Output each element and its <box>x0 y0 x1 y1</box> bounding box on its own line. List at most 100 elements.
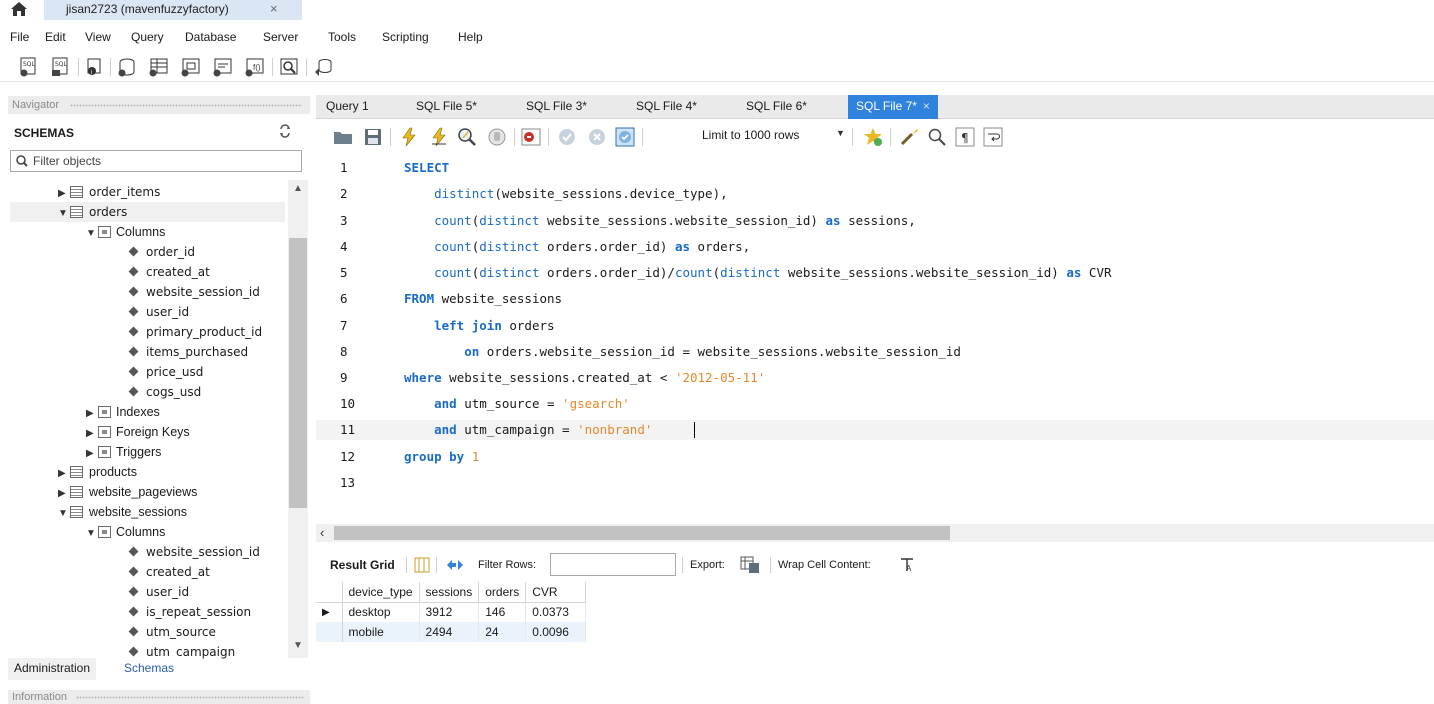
tree-item-orders[interactable]: ▼ orders <box>10 202 285 222</box>
result-grid-label[interactable]: Result Grid <box>330 558 395 572</box>
expand-arrow-icon[interactable]: ▶ <box>86 444 98 464</box>
expand-arrow-icon[interactable]: ▶ <box>58 484 70 504</box>
scroll-down-icon[interactable]: ▼ <box>293 640 303 651</box>
tree-item-triggers[interactable]: ▶ Triggers <box>86 442 161 462</box>
menu-file[interactable]: File <box>10 30 29 44</box>
menu-tools[interactable]: Tools <box>328 30 356 44</box>
wrap-cell-icon[interactable]: A <box>900 557 914 573</box>
form-editor-icon[interactable] <box>414 557 430 573</box>
tree-item-indexes[interactable]: ▶ Indexes <box>86 402 160 422</box>
execute-statement-icon[interactable] <box>428 126 450 148</box>
open-folder-icon[interactable] <box>332 126 354 148</box>
tree-scrollbar[interactable]: ▲ ▼ <box>288 180 308 658</box>
column-item[interactable]: order_id <box>128 242 195 262</box>
menu-query[interactable]: Query <box>131 30 164 44</box>
column-header[interactable]: CVR <box>525 582 587 603</box>
tree-item-sessions-columns[interactable]: ▼ Columns <box>86 522 165 542</box>
create-schema-icon[interactable] <box>116 56 138 78</box>
invisible-chars-icon[interactable]: ¶ <box>954 126 976 148</box>
add-snippet-icon[interactable] <box>862 126 884 148</box>
sql-editor[interactable]: 1 SELECT 2 distinct(website_sessions.devi… <box>316 156 1434 522</box>
scroll-thumb[interactable] <box>334 526 950 540</box>
column-item[interactable]: user_id <box>128 302 189 322</box>
menu-scripting[interactable]: Scripting <box>382 30 429 44</box>
home-icon[interactable] <box>10 1 28 17</box>
tab-sql-file-7[interactable]: SQL File 7* × <box>848 95 938 119</box>
table-cell[interactable]: desktop <box>342 602 420 622</box>
tab-sql-file-5[interactable]: SQL File 5* <box>416 95 477 119</box>
column-item[interactable]: website_session_id <box>128 542 260 562</box>
table-cell[interactable]: 24 <box>478 622 527 642</box>
beautify-icon[interactable] <box>898 126 920 148</box>
column-item[interactable]: created_at <box>128 262 210 282</box>
chevron-down-icon[interactable]: ▼ <box>836 128 845 138</box>
find-icon[interactable] <box>926 126 948 148</box>
table-row[interactable]: mobile 2494 24 0.0096 <box>316 622 587 642</box>
tree-item-orders-columns[interactable]: ▼ Columns <box>86 222 165 242</box>
reconnect-icon[interactable] <box>312 56 334 78</box>
column-item[interactable]: items_purchased <box>128 342 248 362</box>
column-item[interactable]: primary_product_id <box>128 322 262 342</box>
column-header[interactable]: device_type <box>342 582 420 603</box>
table-cell[interactable]: 3912 <box>419 602 480 622</box>
result-grid[interactable]: device_type sessions orders CVR ▶ deskto… <box>316 582 587 642</box>
table-cell[interactable]: 2494 <box>419 622 480 642</box>
export-icon[interactable] <box>740 556 760 574</box>
tree-item-website-sessions[interactable]: ▼ website_sessions <box>58 502 187 522</box>
stop-icon[interactable] <box>486 126 508 148</box>
tab-query-1[interactable]: Query 1 <box>326 95 369 119</box>
editor-horizontal-scrollbar[interactable]: ‹ <box>316 524 1434 542</box>
menu-help[interactable]: Help <box>458 30 483 44</box>
open-sql-script-icon[interactable]: SQL <box>50 56 72 78</box>
column-header[interactable]: sessions <box>419 582 480 603</box>
connection-tab[interactable]: jisan2723 (mavenfuzzyfactory) × <box>44 0 302 20</box>
menu-database[interactable]: Database <box>185 30 236 44</box>
toggle-error-icon[interactable] <box>520 126 542 148</box>
tab-sql-file-3[interactable]: SQL File 3* <box>526 95 587 119</box>
collapse-arrow-icon[interactable]: ▼ <box>58 504 70 524</box>
scroll-thumb[interactable] <box>289 238 307 508</box>
close-icon[interactable]: × <box>923 99 930 113</box>
table-cell[interactable]: mobile <box>342 622 420 642</box>
collapse-arrow-icon[interactable]: ▼ <box>86 224 98 244</box>
tab-administration[interactable]: Administration <box>8 658 97 680</box>
expand-arrow-icon[interactable]: ▶ <box>58 464 70 484</box>
menu-server[interactable]: Server <box>263 30 298 44</box>
create-procedure-icon[interactable] <box>212 56 234 78</box>
tab-sql-file-6[interactable]: SQL File 6* <box>746 95 807 119</box>
filter-rows-input[interactable] <box>550 553 676 576</box>
tree-item-foreign-keys[interactable]: ▶ Foreign Keys <box>86 422 190 442</box>
create-table-icon[interactable] <box>148 56 170 78</box>
menu-view[interactable]: View <box>85 30 111 44</box>
column-item[interactable]: website_session_id <box>128 282 260 302</box>
expand-arrow-icon[interactable]: ▶ <box>58 184 70 204</box>
inspector-icon[interactable]: i <box>84 56 106 78</box>
tree-item-products[interactable]: ▶ products <box>58 462 137 482</box>
column-item[interactable]: price_usd <box>128 362 203 382</box>
column-item[interactable]: created_at <box>128 562 210 582</box>
search-table-data-icon[interactable] <box>278 56 300 78</box>
scroll-up-icon[interactable]: ▲ <box>293 183 303 194</box>
create-view-icon[interactable] <box>180 56 202 78</box>
scroll-left-icon[interactable]: ‹ <box>320 525 324 540</box>
column-item[interactable]: cogs_usd <box>128 382 201 402</box>
refresh-icon[interactable] <box>278 124 292 138</box>
column-item[interactable]: utm_source <box>128 622 216 642</box>
word-wrap-icon[interactable] <box>982 126 1004 148</box>
table-cell[interactable]: 146 <box>478 602 527 622</box>
collapse-arrow-icon[interactable]: ▼ <box>58 204 70 224</box>
collapse-arrow-icon[interactable]: ▼ <box>86 524 98 544</box>
filter-rows-icon[interactable] <box>446 557 464 573</box>
save-icon[interactable] <box>362 126 384 148</box>
column-item[interactable]: is_repeat_session <box>128 602 251 622</box>
expand-arrow-icon[interactable]: ▶ <box>86 424 98 444</box>
create-function-icon[interactable]: f() <box>244 56 266 78</box>
auto-commit-icon[interactable] <box>614 126 636 148</box>
expand-arrow-icon[interactable]: ▶ <box>86 404 98 424</box>
menu-edit[interactable]: Edit <box>45 30 66 44</box>
rollback-icon[interactable] <box>586 126 608 148</box>
tab-schemas[interactable]: Schemas <box>118 658 181 680</box>
column-item[interactable]: user_id <box>128 582 189 602</box>
table-cell[interactable]: 0.0373 <box>525 602 587 622</box>
tab-sql-file-4[interactable]: SQL File 4* <box>636 95 697 119</box>
